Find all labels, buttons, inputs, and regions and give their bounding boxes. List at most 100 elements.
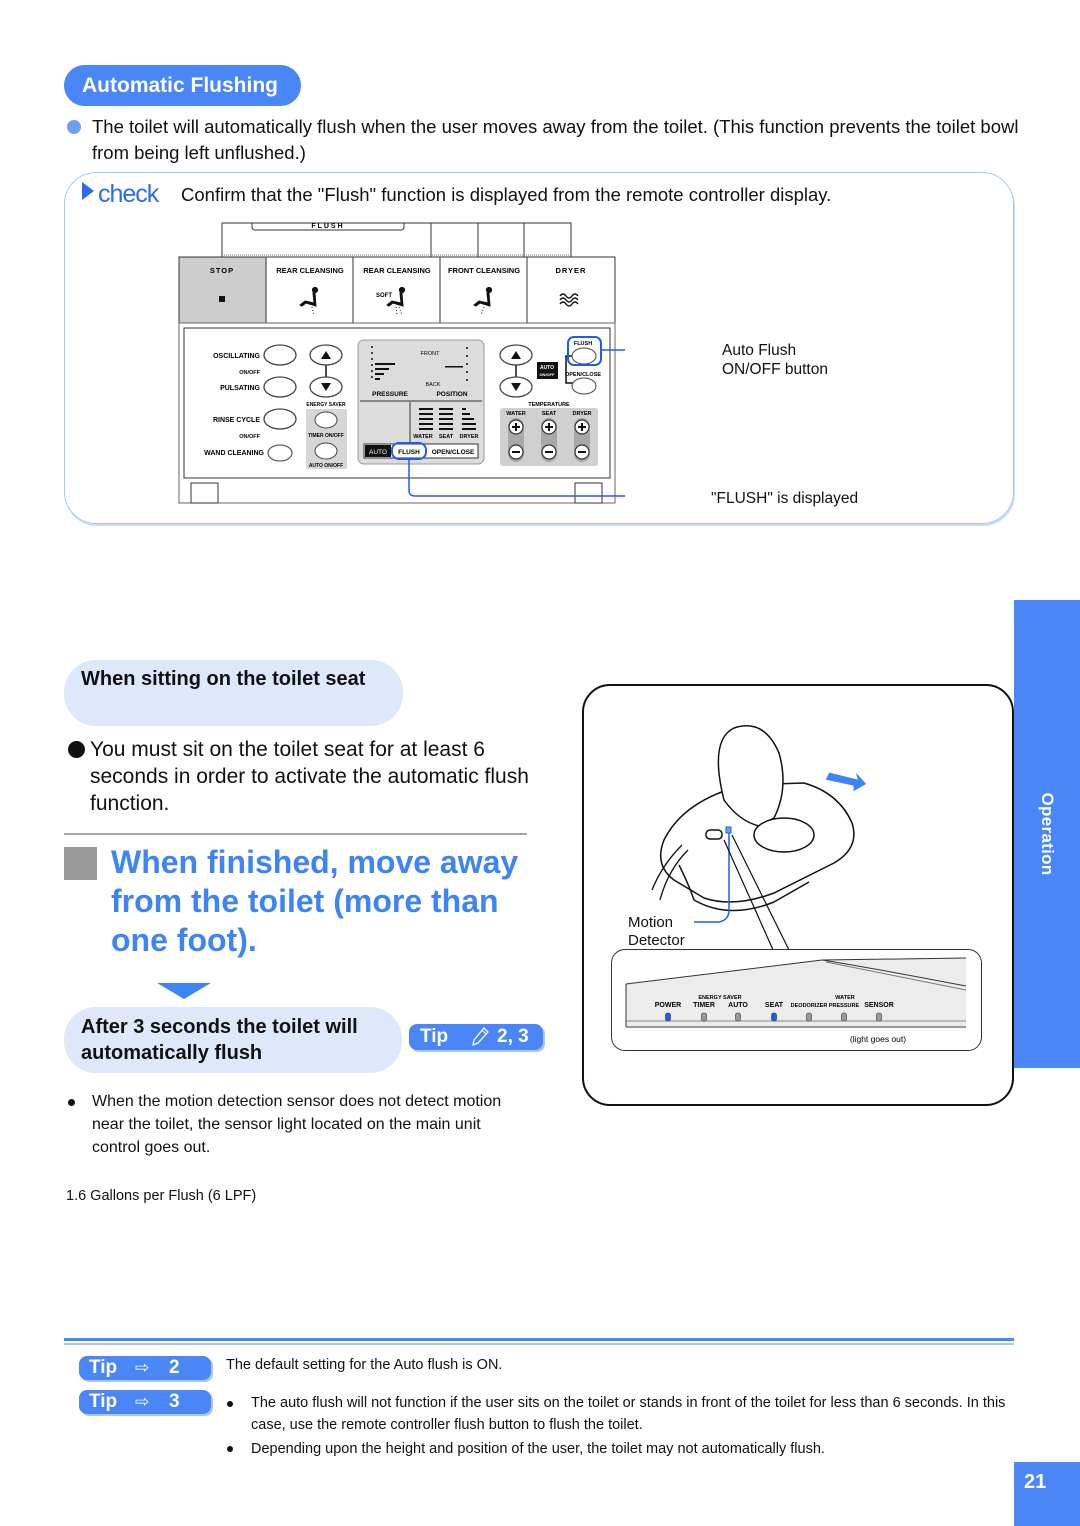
toilet-seat-opening [753,817,815,853]
callout-line-2: ON/OFF button [722,361,828,378]
bullet-icon [68,1099,75,1106]
temp-seat-label: SEAT [542,411,557,417]
timer-onoff-button [314,411,338,429]
wand-cleaning-button [267,444,293,462]
tip-refs: 2, 3 [497,1026,529,1047]
sitting-text: You must sit on the toilet seat for at l… [90,738,529,815]
timer-label: TIMER [693,1002,715,1009]
oscillating-label: OSCILLATING [213,353,260,360]
auto-onoff-button [314,442,338,460]
indicator-light-pressure [841,1012,847,1022]
timer-onoff-label: TIMER ON/OFF [308,433,344,439]
tip-ref: 3 [169,1391,180,1412]
callout-line-1: Auto Flush [722,342,797,359]
page-number: 21 [1014,1462,1080,1526]
pencil-icon [472,1027,489,1047]
energy-saver-label: ENERGY SAVER [698,995,741,1001]
result-heading: After 3 seconds the toilet will automati… [64,1007,402,1073]
gallons-per-flush: 1.6 Gallons per Flush (6 LPF) [66,1188,257,1204]
indicator-light-deodorizer [806,1012,812,1022]
open-close-button [571,377,597,395]
pulsating-label: PULSATING [220,385,260,392]
indicator-light-timer [701,1012,707,1022]
sensor-label: SENSOR [864,1002,894,1009]
oscillating-button [263,344,297,366]
remote-controller-diagram: FLUSH STOP REAR CLEANSING REAR CLEANSING… [178,222,625,504]
motion-label-line-1: Motion [628,914,674,931]
sensor-note: When the motion detection sensor does no… [92,1093,502,1156]
svg-text:ON/OFF: ON/OFF [539,372,555,377]
pulsating-button [263,376,297,398]
water-label: WATER [835,995,854,1001]
indicator-light-sensor [876,1012,882,1022]
seat-label: SEAT [765,1002,784,1009]
auto-indicator-label: AUTO [369,449,387,456]
tip-label: Tip [420,1026,449,1047]
pressure-label: PRESSURE [372,391,408,398]
operation-side-tab[interactable]: Operation [1014,600,1080,1068]
auto-onoff-label: AUTO ON/OFF [309,463,343,469]
front-cleansing-label: FRONT CLEANSING [448,266,520,275]
onoff-label: ON/OFF [239,434,260,440]
main-unit-panel: ENERGY SAVER WATER POWER TIMER AUTO SEAT… [625,957,967,1044]
dryer-label: DRYER [459,434,478,440]
flush-indicator-label: FLUSH [398,449,420,456]
tip-label: Tip [89,1391,118,1412]
remote-foot-left [190,482,219,504]
flush-button [571,347,597,365]
rinse-cycle-label: RINSE CYCLE [213,417,260,424]
check-text: Confirm that the "Flush" function is dis… [181,184,832,205]
down-arrow-icon [157,983,211,999]
indicator-light-auto [735,1012,741,1022]
tip-3-badge: Tip ⇨ 3 [79,1390,211,1414]
rear-cleansing-label: REAR CLEANSING [276,266,344,275]
open-close-indicator-label: OPEN/CLOSE [432,449,475,456]
tip-2-text: The default setting for the Auto flush i… [226,1357,503,1373]
check-word: check [98,180,159,208]
position-label: POSITION [436,391,467,398]
svg-text:AUTO: AUTO [540,365,554,371]
top-flush-label: FLUSH [311,223,344,230]
deodorizer-label: DEODORIZER [791,1003,828,1009]
bullet-icon [67,120,81,134]
tip-3-bullet-2: Depending upon the height and position o… [251,1441,825,1457]
energy-saver-label: ENERGY SAVER [306,402,346,408]
side-tab-label: Operation [1038,792,1057,876]
open-close-button-label: OPEN/CLOSE [565,372,601,378]
indicator-light-seat [771,1012,777,1022]
stop-label: STOP [210,266,234,275]
tips-rule [64,1338,1014,1341]
tip-3-bullet-1: The auto flush will not function if the … [251,1395,1006,1433]
motion-detector-sensor [725,826,732,834]
water-label: WATER [413,434,432,440]
rear-soft-cleansing-label: REAR CLEANSING [363,266,431,275]
tip-reference-badge[interactable]: Tip 2, 3 [409,1024,543,1050]
play-triangle-icon [82,182,94,200]
intro-text: The toilet will automatically flush when… [92,116,1019,163]
section-title: Automatic Flushing [64,65,301,106]
temperature-label: TEMPERATURE [528,402,570,408]
flush-button-label: FLUSH [574,341,592,347]
tip-2-badge: Tip ⇨ 2 [79,1356,211,1380]
temp-dryer-label: DRYER [572,411,591,417]
auto-flush-callout: Auto Flush ON/OFF button [722,341,828,379]
step-title: When finished, move away from the toilet… [111,844,519,958]
bullet-icon [68,741,85,758]
soft-label: SOFT [376,293,392,299]
back-label: BACK [426,382,441,388]
bullet-icon [227,1446,233,1452]
power-label: POWER [655,1002,681,1009]
motion-label-line-2: Detector [628,932,685,949]
seat-label: SEAT [439,434,454,440]
remote-foot-right [574,482,603,504]
temp-water-label: WATER [506,411,525,417]
light-goes-out-caption: (light goes out) [850,1034,906,1044]
sitting-heading: When sitting on the toilet seat [64,660,403,726]
remote-top-panel [221,222,572,258]
move-away-arrow-icon [824,770,868,793]
onoff-label: ON/OFF [239,370,260,376]
arrow-right-icon: ⇨ [135,1392,150,1411]
check-label: check [82,180,159,209]
bullet-icon [227,1401,233,1407]
pressure-label: PRESSURE [829,1003,860,1009]
